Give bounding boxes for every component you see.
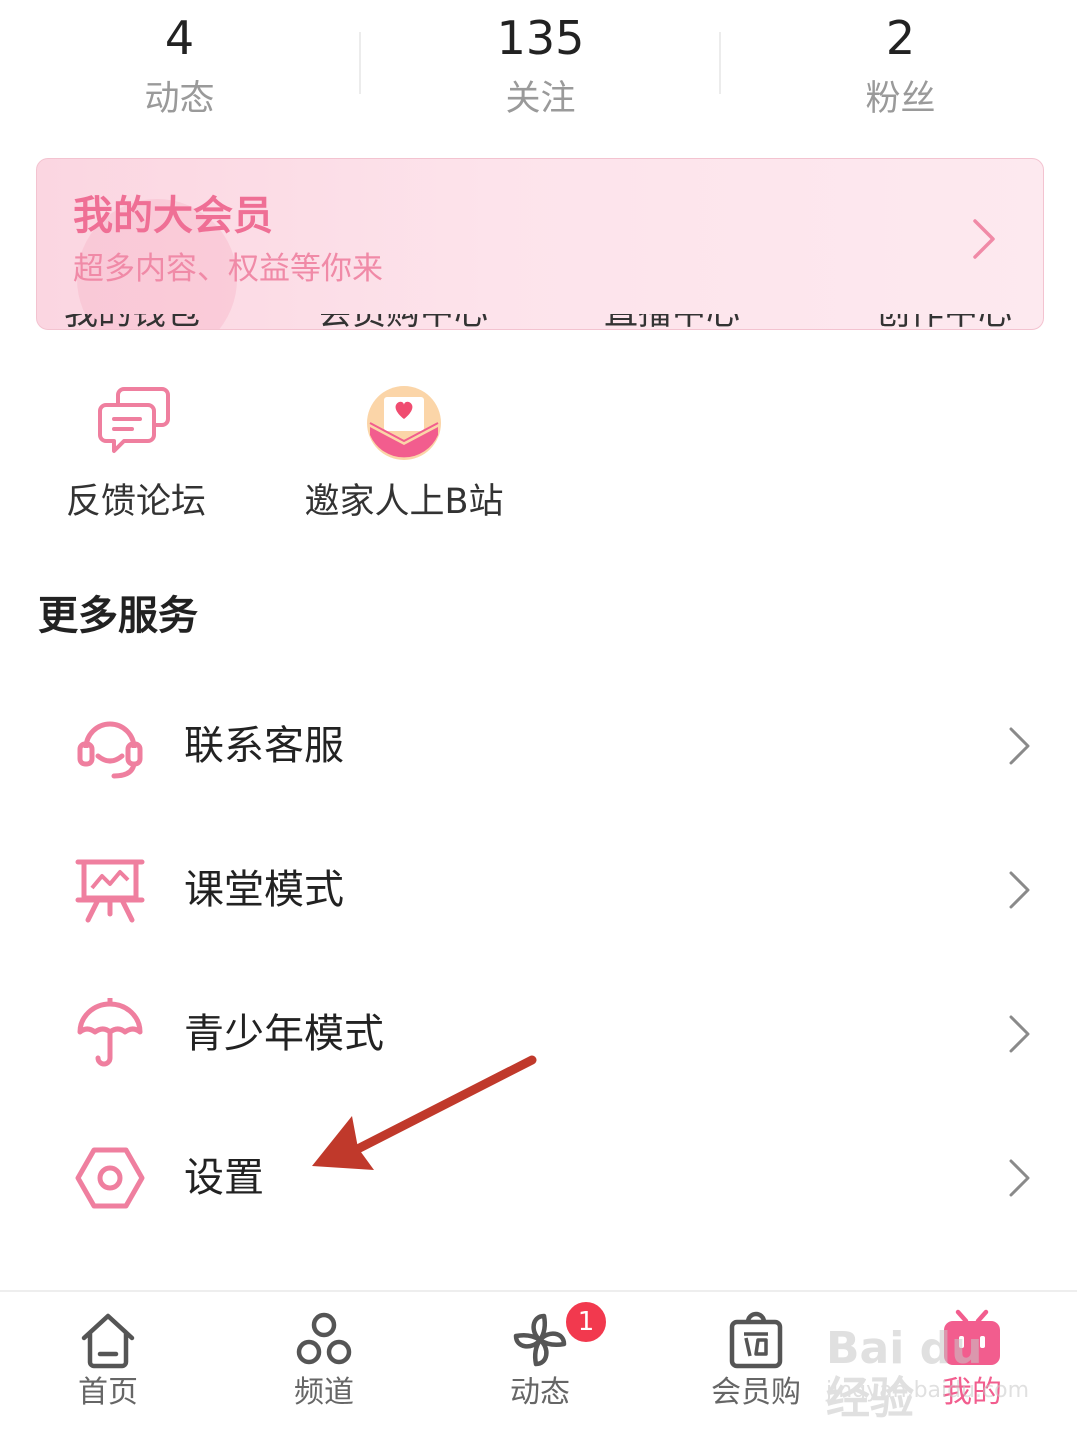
annotation-arrow-icon: [312, 1055, 537, 1170]
stat-following-label: 关注: [505, 79, 576, 119]
partial-item-mall[interactable]: 会员购中心: [318, 314, 488, 336]
more-services-title: 更多服务: [38, 593, 198, 639]
settings-hexagon-icon: [75, 1147, 145, 1209]
profile-stats: 4 动态 135 关注 2 粉丝: [0, 0, 1077, 140]
pinwheel-icon: [513, 1313, 567, 1367]
partial-service-row: 我的钱包 会员购中心 直播中心 创作中心: [0, 314, 1077, 344]
service-row-customer-support[interactable]: 联系客服: [0, 672, 1077, 816]
tab-home-label: 首页: [78, 1375, 138, 1410]
tool-invite-family[interactable]: 邀家人上B站: [294, 375, 514, 535]
tab-channel-label: 频道: [294, 1375, 354, 1410]
tab-vip-mall-label: 会员购: [711, 1375, 801, 1410]
tv-mine-icon: [944, 1309, 1000, 1365]
tab-channel[interactable]: 频道: [216, 1292, 432, 1439]
vip-membership-card[interactable]: 我的大会员 超多内容、权益等你来: [36, 158, 1044, 330]
service-customer-support-label: 联系客服: [184, 723, 344, 769]
stat-dynamics[interactable]: 4 动态: [0, 0, 359, 140]
chevron-right-icon: [1009, 871, 1030, 909]
notification-badge: 1: [564, 1300, 608, 1344]
vip-subtitle: 超多内容、权益等你来: [73, 251, 383, 287]
tab-vip-mall[interactable]: 会员购: [648, 1292, 864, 1439]
chevron-right-icon: [973, 219, 995, 259]
stat-fans-label: 粉丝: [865, 79, 936, 119]
tab-home[interactable]: 首页: [0, 1292, 216, 1439]
umbrella-icon: [77, 998, 143, 1067]
stat-fans[interactable]: 2 粉丝: [721, 0, 1077, 140]
partial-item-live[interactable]: 直播中心: [604, 314, 740, 336]
service-row-classroom-mode[interactable]: 课堂模式: [0, 816, 1077, 960]
vip-title: 我的大会员: [73, 193, 273, 239]
invite-family-icon: [367, 386, 441, 460]
service-classroom-mode-label: 课堂模式: [184, 867, 344, 913]
partial-item-wallet[interactable]: 我的钱包: [64, 314, 200, 336]
chevron-right-icon: [1009, 727, 1030, 765]
home-icon: [81, 1313, 135, 1369]
tool-feedback-forum-label: 反馈论坛: [65, 482, 206, 522]
stat-fans-count: 2: [885, 11, 916, 65]
stat-dynamics-label: 动态: [144, 79, 215, 119]
tool-feedback-forum[interactable]: 反馈论坛: [26, 375, 246, 535]
chevron-right-icon: [1009, 1015, 1030, 1053]
stat-following-count: 135: [496, 11, 585, 65]
tab-dynamics-label: 动态: [510, 1375, 570, 1410]
headset-icon: [77, 721, 143, 779]
tab-dynamics[interactable]: 1 动态: [432, 1292, 648, 1439]
feedback-forum-icon: [98, 387, 170, 453]
stat-following[interactable]: 135 关注: [361, 0, 720, 140]
bottom-tab-bar: 首页 频道 1 动态 会员购 我的: [0, 1290, 1077, 1439]
classroom-board-icon: [75, 859, 145, 923]
shopping-bag-icon: [729, 1311, 783, 1369]
tab-mine-label: 我的: [942, 1375, 1002, 1410]
partial-item-creator[interactable]: 创作中心: [876, 314, 1012, 336]
tool-invite-family-label: 邀家人上B站: [304, 482, 504, 522]
chevron-right-icon: [1009, 1159, 1030, 1197]
service-settings-label: 设置: [184, 1155, 264, 1201]
stat-dynamics-count: 4: [164, 11, 195, 65]
channel-icon: [296, 1312, 352, 1365]
tab-mine[interactable]: 我的: [864, 1292, 1077, 1439]
